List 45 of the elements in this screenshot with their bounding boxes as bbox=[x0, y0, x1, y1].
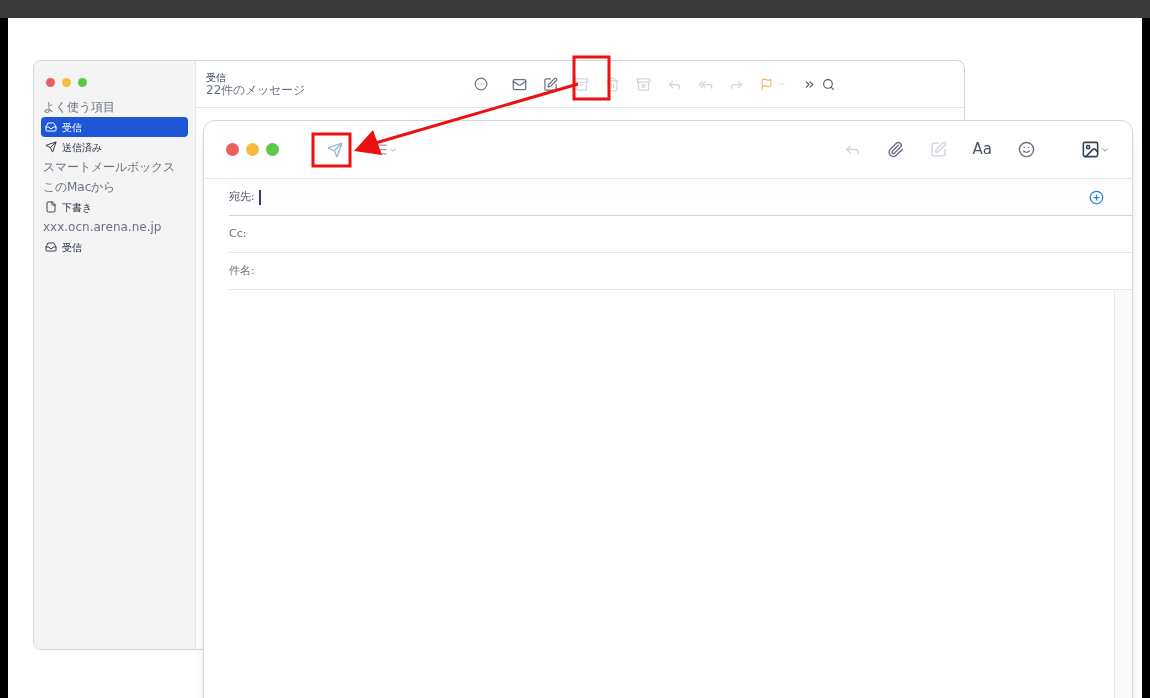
close-button[interactable] bbox=[46, 78, 55, 87]
sidebar-item[interactable]: 送信済み bbox=[41, 137, 188, 157]
field-label: 件名: bbox=[229, 262, 255, 279]
sidebar-heading: xxx.ocn.arena.ne.jp bbox=[42, 220, 163, 235]
send-icon bbox=[45, 141, 57, 153]
chevron-down-icon[interactable] bbox=[777, 79, 787, 89]
compose-icon[interactable] bbox=[543, 76, 558, 92]
minimize-button[interactable] bbox=[246, 143, 259, 156]
message-count: 22件のメッセージ bbox=[206, 82, 307, 97]
field-label: 宛先: bbox=[229, 188, 255, 205]
sidebar-heading: スマートメールボックス bbox=[42, 160, 176, 175]
markup-icon[interactable] bbox=[929, 141, 947, 158]
document-icon bbox=[45, 201, 57, 213]
trash-icon[interactable] bbox=[605, 76, 620, 92]
emoji-icon[interactable] bbox=[1018, 141, 1035, 158]
close-button[interactable] bbox=[226, 143, 239, 156]
archive-icon[interactable] bbox=[574, 76, 589, 92]
zoom-button[interactable] bbox=[78, 78, 87, 87]
highlight-frame bbox=[311, 132, 352, 168]
zoom-button[interactable] bbox=[266, 143, 279, 156]
inbox-icon bbox=[45, 121, 57, 133]
sidebar-item[interactable]: 受信 bbox=[41, 237, 188, 257]
highlight-frame bbox=[572, 55, 611, 101]
paperclip-icon[interactable] bbox=[886, 141, 904, 158]
search-icon[interactable] bbox=[822, 77, 835, 91]
junk-icon[interactable] bbox=[636, 76, 651, 92]
sidebar-item[interactable]: 下書き bbox=[41, 197, 188, 217]
header-field-row[interactable]: Cc: bbox=[229, 216, 1132, 253]
minimize-button[interactable] bbox=[62, 78, 71, 87]
add-contact-icon[interactable] bbox=[1089, 189, 1104, 205]
sidebar-heading: よく使う項目 bbox=[42, 100, 116, 115]
sidebar-heading: このMacから bbox=[42, 180, 117, 195]
flag-icon[interactable] bbox=[760, 77, 773, 91]
field-label: Cc: bbox=[229, 225, 247, 242]
send-icon[interactable] bbox=[327, 141, 343, 158]
photo-icon[interactable] bbox=[1081, 140, 1100, 159]
mail-icon[interactable] bbox=[512, 76, 527, 92]
header-field-row[interactable]: 宛先: bbox=[229, 179, 1132, 216]
mailbox-title: 受信 bbox=[206, 71, 226, 83]
sidebar-item[interactable]: 受信 bbox=[41, 117, 188, 137]
text-cursor bbox=[258, 189, 261, 205]
format-button[interactable]: Aa bbox=[972, 138, 992, 161]
header-field-row[interactable]: 件名: bbox=[229, 253, 1132, 290]
inbox-icon bbox=[45, 241, 57, 253]
filter-icon[interactable] bbox=[474, 77, 488, 91]
